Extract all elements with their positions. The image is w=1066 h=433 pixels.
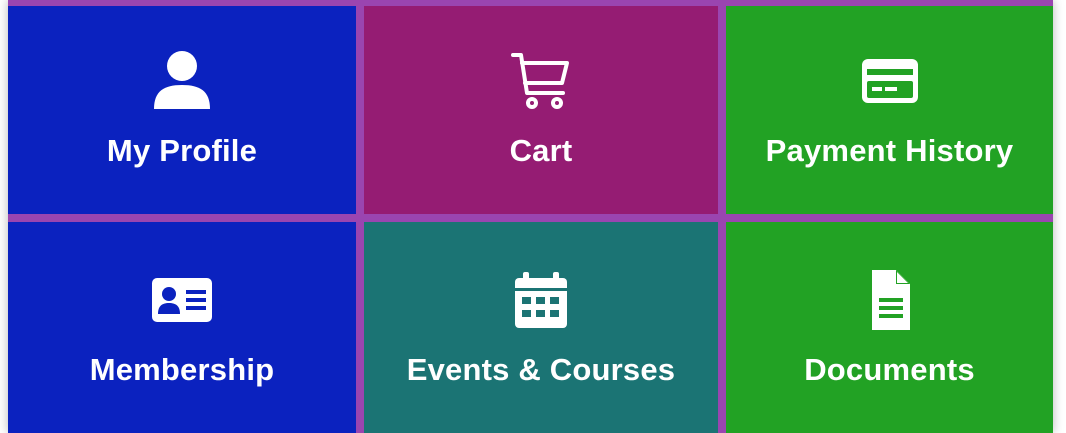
tile-label: Documents	[804, 351, 975, 387]
tile-label: My Profile	[106, 133, 258, 168]
tile-label: Cart	[509, 133, 573, 168]
dashboard: My Profile Cart Payment History Membersh…	[0, 0, 1066, 433]
tile-label: Events & Courses	[406, 351, 676, 387]
tile-cart[interactable]: Cart	[364, 6, 718, 214]
cart-icon	[509, 49, 573, 113]
tile-payment-history[interactable]: Payment History	[726, 6, 1053, 214]
tile-events-courses[interactable]: Events & Courses	[364, 222, 718, 433]
tile-label: Membership	[89, 351, 275, 387]
id-card-icon	[150, 268, 214, 332]
tile-documents[interactable]: Documents	[726, 222, 1053, 433]
tile-label: Payment History	[765, 133, 1014, 168]
credit-card-icon	[858, 49, 922, 113]
document-icon	[858, 268, 922, 332]
tile-my-profile[interactable]: My Profile	[8, 6, 356, 214]
user-icon	[150, 49, 214, 113]
tile-membership[interactable]: Membership	[8, 222, 356, 433]
calendar-icon	[509, 268, 573, 332]
